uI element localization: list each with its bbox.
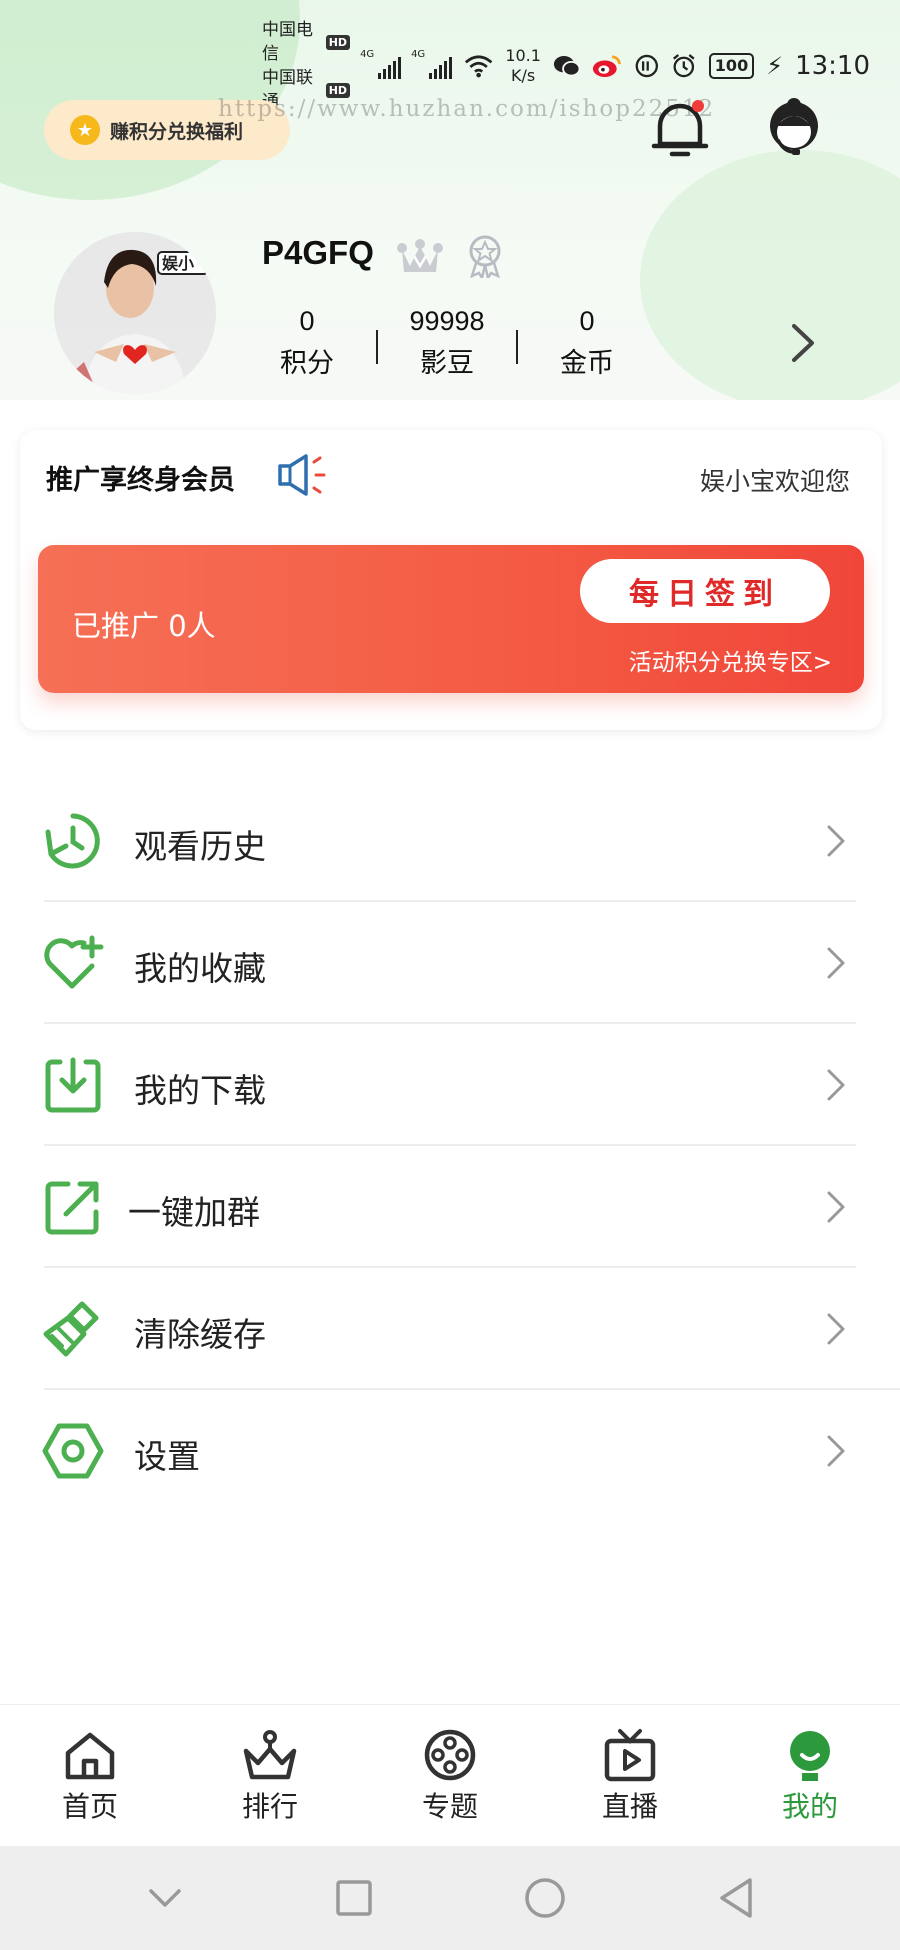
signal-1-icon: 4G [360, 49, 402, 79]
back-triangle-icon[interactable] [716, 1876, 756, 1920]
menu-item-label: 我的下载 [134, 1071, 266, 1110]
star-coin-icon: ★ [70, 115, 100, 145]
home-circle-icon[interactable] [523, 1876, 567, 1920]
status-bar: 中国电信 HD 中国联通 HD 4G 4G 10.1 K/s [262, 20, 870, 112]
nav-label: 我的 [781, 1790, 838, 1823]
notifications-button[interactable] [650, 96, 710, 162]
film-reel-icon [424, 1729, 476, 1781]
carrier-info: 中国电信 HD 中国联通 HD [262, 18, 351, 114]
profile-icon [790, 1731, 830, 1781]
menu-item-join-group[interactable]: 一键加群 [0, 1146, 900, 1268]
medal-badge-icon [469, 235, 501, 278]
chevron-right-icon [827, 1313, 845, 1345]
menu-item-label: 我的收藏 [134, 949, 266, 988]
speaker-icon [278, 454, 326, 496]
nav-topics[interactable]: 专题 [360, 1705, 540, 1846]
chevron-right-icon [827, 947, 845, 979]
customer-service-button[interactable] [762, 96, 826, 162]
menu-item-clear-cache[interactable]: 清除缓存 [0, 1268, 900, 1390]
settings-menu: 观看历史 我的收藏 我的下载 一键加群 清除缓存 设置 [0, 780, 900, 1512]
hd-badge: HD [325, 34, 351, 50]
menu-item-settings[interactable]: 设置 [0, 1390, 900, 1512]
user-stats: 0 积分 99998 影豆 0 金币 [238, 298, 656, 384]
data-saver-icon [635, 54, 658, 78]
stat-value: 99998 [409, 306, 485, 336]
profile-chevron-right-icon[interactable] [790, 322, 816, 364]
promotion-card: 推广享终身会员 娱小宝欢迎您 已推广 0人 每日签到 活动积分兑换专区> [20, 430, 882, 730]
nav-home[interactable]: 首页 [0, 1705, 180, 1846]
wifi-icon [464, 55, 493, 78]
nav-mine[interactable]: 我的 [720, 1705, 900, 1846]
battery-indicator: 100 [708, 53, 755, 79]
nav-ranking[interactable]: 排行 [180, 1705, 360, 1846]
home-icon [65, 1732, 115, 1780]
menu-item-label: 观看历史 [134, 827, 266, 866]
daily-checkin-button[interactable]: 每日签到 [580, 559, 830, 623]
menu-item-history[interactable]: 观看历史 [0, 780, 900, 902]
promoted-count: 已推广 0人 [72, 609, 216, 643]
vip-crown-icon [397, 239, 443, 272]
menu-item-downloads[interactable]: 我的下载 [0, 1024, 900, 1146]
weibo-icon [593, 55, 622, 77]
chevron-right-icon [827, 825, 845, 857]
promo-welcome: 娱小宝欢迎您 [699, 467, 850, 496]
username: P4GFQ [262, 234, 374, 271]
bottom-nav: 首页 排行 专题 直播 我的 [0, 1704, 900, 1846]
stat-label: 影豆 [420, 348, 474, 379]
menu-item-favorites[interactable]: 我的收藏 [0, 902, 900, 1024]
stat-value: 0 [579, 306, 595, 336]
signal-2-icon: 4G [411, 49, 453, 79]
points-exchange-link[interactable]: 活动积分兑换专区> [629, 643, 832, 677]
menu-item-label: 设置 [134, 1437, 200, 1476]
chevron-right-icon [827, 1435, 845, 1467]
favorite-heart-icon [44, 935, 104, 989]
tv-play-icon [604, 1729, 656, 1782]
settings-hex-icon [42, 1423, 104, 1479]
network-speed: 10.1 K/s [505, 46, 541, 85]
system-nav-bar [0, 1846, 900, 1950]
stat-beans[interactable]: 99998 影豆 [378, 298, 516, 384]
promo-title: 推广享终身会员 [46, 465, 235, 496]
chevron-right-icon [827, 1069, 845, 1101]
wechat-icon [553, 55, 581, 77]
history-icon [45, 813, 100, 869]
avatar[interactable]: 娱小 [54, 232, 216, 394]
stat-points[interactable]: 0 积分 [238, 298, 376, 384]
earn-points-label: 赚积分兑换福利 [110, 120, 244, 143]
carrier-1-name: 中国电信 [262, 20, 313, 64]
download-icon [45, 1057, 101, 1113]
stat-coins[interactable]: 0 金币 [518, 298, 656, 384]
share-external-icon [45, 1181, 99, 1235]
broom-icon [43, 1301, 99, 1357]
menu-item-label: 清除缓存 [134, 1315, 266, 1354]
stat-label: 积分 [280, 348, 334, 379]
unread-dot [692, 100, 704, 112]
menu-item-label: 一键加群 [128, 1193, 260, 1232]
recent-apps-square-icon[interactable] [334, 1878, 374, 1918]
hd-badge: HD [325, 82, 351, 98]
nav-live[interactable]: 直播 [540, 1705, 720, 1846]
clock: 13:10 [795, 51, 870, 81]
charging-bolt-icon: ⚡ [766, 52, 784, 80]
collapse-chevron-down-icon[interactable] [145, 1883, 185, 1913]
avatar-photo: 娱小 [54, 232, 216, 394]
stat-label: 金币 [560, 348, 614, 379]
ranking-crown-icon [243, 1730, 297, 1780]
customer-service-icon [770, 98, 818, 155]
promo-banner: 已推广 0人 每日签到 活动积分兑换专区> [38, 545, 864, 693]
nav-label: 直播 [601, 1790, 658, 1823]
nav-label: 排行 [241, 1790, 298, 1823]
nav-label: 首页 [61, 1790, 118, 1823]
chevron-right-icon [827, 1191, 845, 1223]
earn-points-banner[interactable]: ★ 赚积分兑换福利 [44, 100, 290, 160]
avatar-badge-text: 娱小 [162, 254, 194, 273]
alarm-icon [673, 54, 695, 78]
stat-value: 0 [299, 306, 315, 336]
nav-label: 专题 [421, 1790, 478, 1823]
